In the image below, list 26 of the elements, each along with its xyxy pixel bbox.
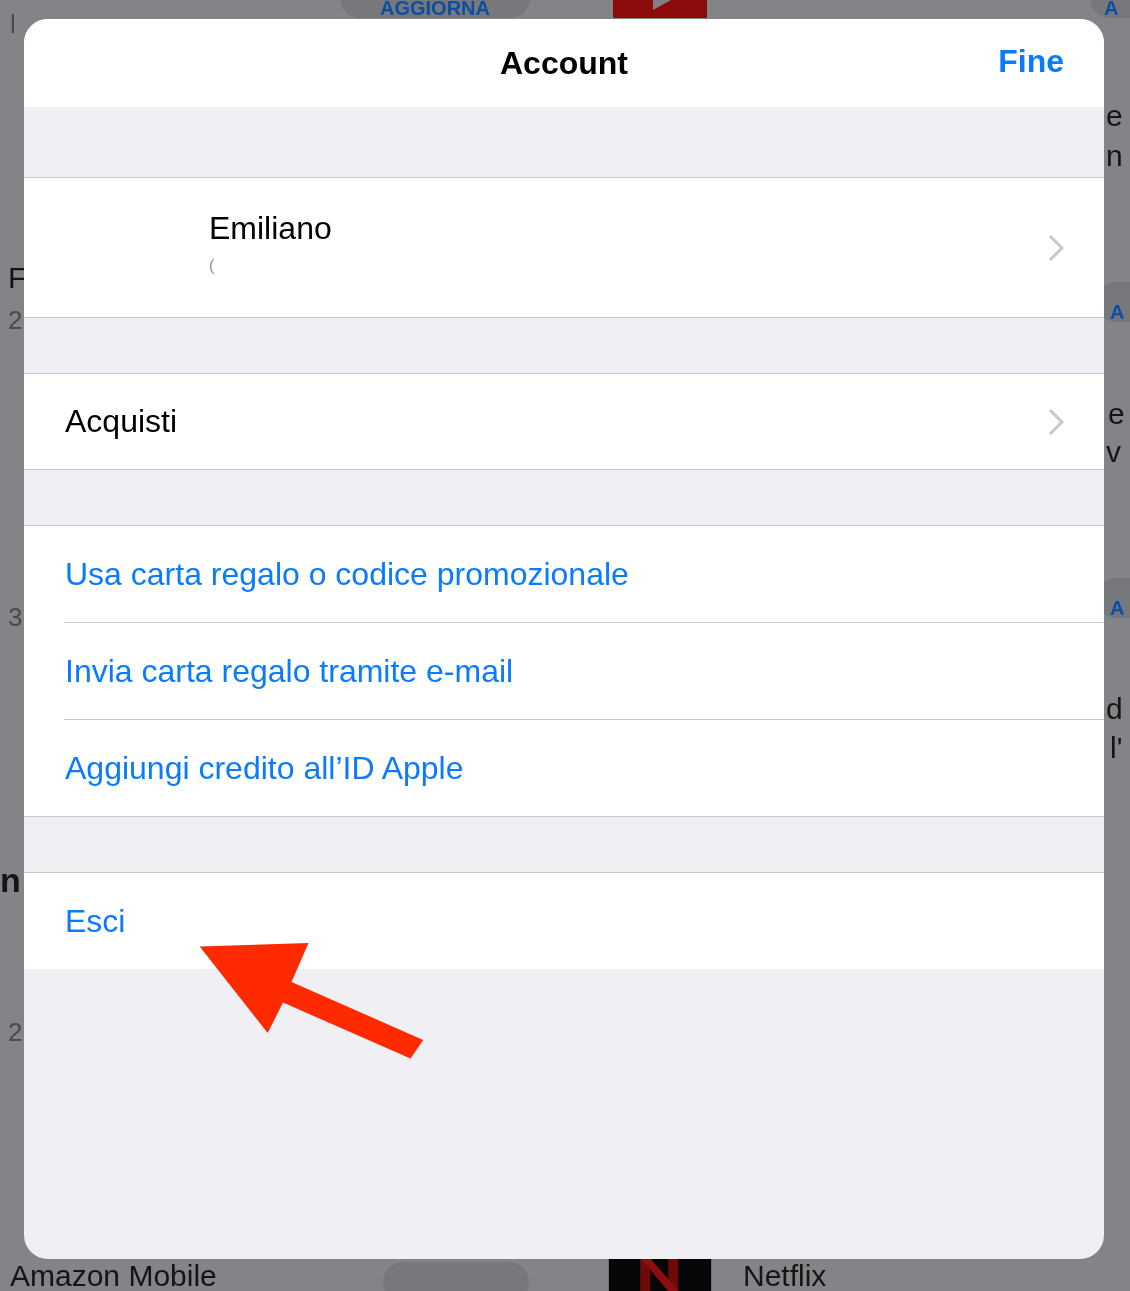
background-text: l' — [1110, 732, 1123, 764]
account-email: ( — [209, 257, 216, 275]
action-link[interactable]: Usa carta regalo o codice promozionale — [64, 526, 1104, 623]
chevron-icon — [1048, 233, 1064, 262]
row-label: Acquisti — [65, 403, 178, 440]
sheet-title: Account — [500, 44, 628, 82]
done-button[interactable]: Fine — [998, 43, 1064, 80]
app-name: Netflix — [743, 1260, 827, 1291]
profile-row[interactable]: Emiliano ( — [24, 178, 1104, 317]
background-text: e — [1106, 100, 1123, 132]
background-text: d — [1106, 693, 1123, 725]
purchases-row[interactable]: Acquisti — [24, 374, 1104, 469]
background-text: e — [1108, 398, 1125, 430]
background-text: 3 — [8, 601, 23, 633]
action-link[interactable]: Aggiungi credito all’ID Apple — [64, 720, 1104, 816]
account-name: Emiliano — [209, 210, 332, 247]
action-link[interactable]: Invia carta regalo tramite e-mail — [64, 623, 1104, 720]
background-text: n — [0, 864, 21, 896]
app-name: Amazon Mobile — [10, 1260, 217, 1291]
background-text: v — [1106, 436, 1121, 468]
chevron-icon — [1048, 407, 1064, 436]
background-text: 2 — [8, 304, 23, 336]
background-text: l — [10, 8, 16, 40]
background-text: 2 — [8, 1016, 23, 1048]
background-text: F — [8, 262, 27, 294]
background-text: n — [1106, 140, 1123, 172]
